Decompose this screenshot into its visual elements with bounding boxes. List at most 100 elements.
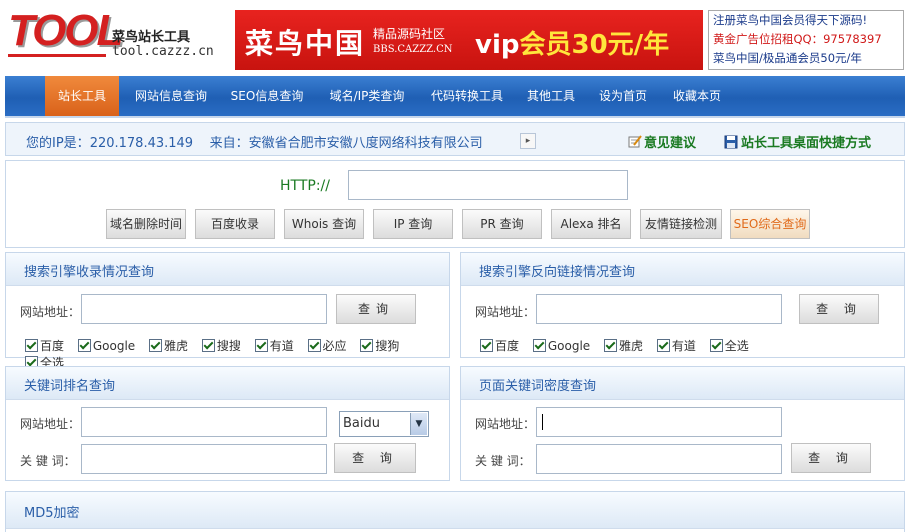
ip-label: 您的IP是：: [26, 136, 90, 151]
banner-vip-offer: vip会员30元/年: [475, 24, 669, 61]
check-youdao[interactable]: 有道: [254, 337, 294, 354]
check-label: 全选: [724, 339, 749, 353]
text-cursor: [542, 414, 543, 430]
nav-item-site-info[interactable]: 网站信息查询: [127, 76, 215, 116]
banner-subtitle: 精品源码社区: [373, 27, 446, 41]
checkmark-icon: [709, 339, 723, 352]
check-label: 百度: [495, 339, 520, 353]
rank-url-label: 网站地址：: [20, 417, 81, 431]
check-youdao[interactable]: 有道: [656, 337, 696, 354]
main-nav: 站长工具 网站信息查询 SEO信息查询 域名/IP类查询 代码转换工具 其他工具…: [5, 76, 905, 118]
rank-keyword-input[interactable]: [81, 444, 327, 474]
index-engine-checks: 百度 Google 雅虎 搜搜 有道 必应 搜狗 全选: [25, 337, 449, 370]
whois-query-button[interactable]: Whois 查询: [284, 209, 364, 239]
desktop-shortcut-label: 站长工具桌面快捷方式: [741, 136, 872, 151]
ip-location: 安徽省合肥市安徽八度网络科技有限公司: [248, 136, 483, 151]
checkmark-icon: [25, 339, 38, 352]
backlink-panel-header: 搜索引擎反向链接情况查询: [461, 253, 904, 286]
ad-link-rent[interactable]: 黄金广告位招租QQ：97578397: [713, 30, 899, 49]
nav-item-seo-info[interactable]: SEO信息查询: [223, 76, 311, 116]
text-ad-box: 注册菜鸟中国会员得天下源码! 黄金广告位招租QQ：97578397 菜鸟中国/极…: [708, 10, 904, 70]
nav-item-set-homepage[interactable]: 设为首页: [591, 76, 655, 116]
density-keyword-input[interactable]: [536, 444, 782, 474]
pr-query-button[interactable]: PR 查询: [462, 209, 542, 239]
keyword-density-panel: 页面关键词密度查询 网站地址： 关 键 词： 查 询: [460, 366, 905, 481]
index-url-input[interactable]: [81, 294, 327, 324]
rank-panel-title: 关键词排名查询: [24, 379, 116, 394]
banner-vip-text: 会员30元/年: [519, 30, 670, 60]
backlink-engine-checks: 百度 Google 雅虎 有道 全选: [480, 337, 749, 353]
nav-item-webmaster-tools[interactable]: 站长工具: [45, 76, 119, 116]
desktop-shortcut-link[interactable]: 站长工具桌面快捷方式: [724, 132, 871, 151]
nav-item-code-convert[interactable]: 代码转换工具: [423, 76, 511, 116]
check-bing[interactable]: 必应: [307, 337, 347, 354]
pencil-note-icon: [628, 135, 642, 148]
nav-item-domain-ip[interactable]: 域名/IP类查询: [319, 76, 415, 116]
checkmark-icon: [656, 339, 670, 352]
check-label: 有道: [269, 339, 294, 353]
checkmark-icon: [307, 339, 321, 352]
logo-underline: [8, 54, 106, 57]
domain-delete-time-button[interactable]: 域名删除时间: [106, 209, 186, 239]
index-query-panel: 搜索引擎收录情况查询 网站地址： 查询 百度 Google 雅虎 搜搜 有道 必…: [5, 252, 450, 370]
check-label: 搜狗: [375, 339, 400, 353]
check-sogou[interactable]: 搜狗: [360, 337, 399, 354]
index-query-button[interactable]: 查询: [336, 294, 416, 324]
nav-item-bookmark[interactable]: 收藏本页: [665, 76, 729, 116]
md5-panel: MD5加密: [5, 491, 905, 532]
chevron-down-icon[interactable]: ▼: [410, 413, 427, 435]
friend-link-check-button[interactable]: 友情链接检测: [640, 209, 722, 239]
backlink-query-panel: 搜索引擎反向链接情况查询 网站地址： 查 询 百度 Google 雅虎 有道 全…: [460, 252, 905, 358]
checkmark-icon: [532, 338, 546, 352]
banner-brand: 菜鸟中国: [245, 27, 366, 60]
ip-info-bar: 您的IP是：220.178.43.149 来自：安徽省合肥市安徽八度网络科技有限…: [5, 122, 905, 156]
from-label: 来自：: [209, 136, 249, 151]
suggestion-link[interactable]: 意见建议: [628, 132, 696, 151]
check-yahoo[interactable]: 雅虎: [149, 337, 188, 354]
ad-link-member[interactable]: 菜鸟中国/极品通会员50元/年: [713, 49, 899, 68]
site-url: tool.cazzz.cn: [112, 44, 214, 59]
expand-arrow-icon[interactable]: ▸: [520, 133, 536, 149]
banner-vip-prefix: vip: [475, 30, 520, 60]
backlink-panel-title: 搜索引擎反向链接情况查询: [479, 265, 636, 280]
search-engine-select[interactable]: Baidu ▼: [339, 411, 429, 437]
checkmark-icon: [604, 339, 617, 352]
rank-panel-header: 关键词排名查询: [6, 367, 449, 400]
alexa-rank-button[interactable]: Alexa 排名: [551, 209, 631, 239]
rank-query-button[interactable]: 查 询: [334, 443, 416, 473]
check-baidu[interactable]: 百度: [25, 337, 64, 354]
ip-query-button[interactable]: IP 查询: [373, 209, 453, 239]
backlink-query-button[interactable]: 查 询: [799, 294, 879, 324]
density-url-input[interactable]: [536, 407, 782, 437]
density-panel-title: 页面关键词密度查询: [479, 379, 597, 394]
density-query-button[interactable]: 查 询: [791, 443, 871, 473]
nav-item-other-tools[interactable]: 其他工具: [519, 76, 583, 116]
backlink-url-input[interactable]: [536, 294, 782, 324]
search-engine-value: Baidu: [343, 416, 380, 431]
quick-query-panel: HTTP:// 域名删除时间 百度收录 Whois 查询 IP 查询 PR 查询…: [5, 160, 905, 248]
check-yahoo[interactable]: 雅虎: [604, 337, 643, 354]
index-url-label: 网站地址：: [20, 305, 81, 319]
http-prefix-label: HTTP://: [280, 178, 330, 194]
check-google[interactable]: Google: [532, 338, 590, 353]
ip-info-text: 您的IP是：220.178.43.149 来自：安徽省合肥市安徽八度网络科技有限…: [26, 132, 483, 151]
check-baidu[interactable]: 百度: [480, 337, 519, 354]
check-soso[interactable]: 搜搜: [201, 337, 241, 354]
checkmark-icon: [149, 339, 162, 352]
check-label: 雅虎: [619, 339, 644, 353]
baidu-index-button[interactable]: 百度收录: [195, 209, 275, 239]
ad-link-register[interactable]: 注册菜鸟中国会员得天下源码!: [713, 11, 899, 30]
seo-overview-button[interactable]: SEO综合查询: [730, 209, 810, 239]
check-select-all[interactable]: 全选: [709, 337, 749, 354]
check-google[interactable]: Google: [77, 338, 135, 353]
checkmark-icon: [201, 339, 215, 352]
site-logo[interactable]: TOOL: [8, 6, 123, 56]
check-label: 有道: [671, 339, 696, 353]
md5-panel-title: MD5加密: [24, 506, 80, 521]
check-label: 必应: [322, 339, 347, 353]
rank-url-input[interactable]: [81, 407, 327, 437]
density-panel-header: 页面关键词密度查询: [461, 367, 904, 400]
vip-banner-ad[interactable]: 菜鸟中国 精品源码社区 BBS.CAZZZ.CN vip会员30元/年: [235, 10, 703, 70]
check-label: 百度: [40, 339, 65, 353]
http-url-input[interactable]: [348, 170, 628, 200]
